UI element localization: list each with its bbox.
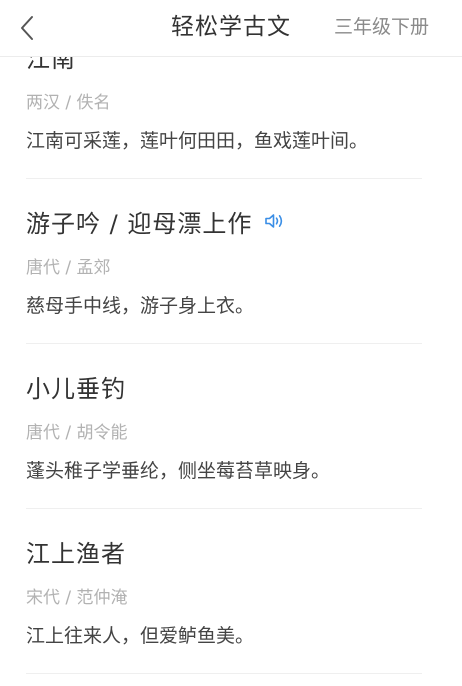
poem-item-jiangshangyuzhe[interactable]: 江上渔者 宋代 / 范仲淹 江上往来人，但爱鲈鱼美。 xyxy=(0,509,462,675)
poem-title-row: 游子吟 / 迎母漂上作 xyxy=(26,203,286,239)
poem-line: 江上往来人，但爱鲈鱼美。 xyxy=(26,625,255,647)
poem-title-row: 江上渔者 xyxy=(26,533,126,569)
divider xyxy=(26,673,422,674)
nav-bar: 轻松学古文 三年级下册 xyxy=(0,0,462,57)
poem-title[interactable]: 小儿垂钓 xyxy=(26,369,126,404)
poem-author: 唐代 / 胡令能 xyxy=(26,423,128,443)
poem-item-youziyin[interactable]: 游子吟 / 迎母漂上作 唐代 / 孟郊 慈母手中线，游子身上衣。 xyxy=(0,179,462,345)
poem-item-xiaoerchuidiao[interactable]: 小儿垂钓 唐代 / 胡令能 蓬头稚子学垂纶，侧坐莓苔草映身。 xyxy=(0,344,462,510)
grade-selector-link[interactable]: 三年级下册 xyxy=(334,0,429,56)
poem-list[interactable]: 江南 两汉 / 佚名 江南可采莲，莲叶何田田，鱼戏莲叶间。 游子吟 / 迎母漂上… xyxy=(0,0,462,686)
poem-line: 慈母手中线，游子身上衣。 xyxy=(26,295,255,317)
poem-author: 唐代 / 孟郊 xyxy=(26,258,111,278)
poem-line: 江南可采莲，莲叶何田田，鱼戏莲叶间。 xyxy=(26,130,369,152)
poem-author: 两汉 / 佚名 xyxy=(26,93,111,113)
poem-title[interactable]: 游子吟 / 迎母漂上作 xyxy=(26,204,252,239)
poem-author: 宋代 / 范仲淹 xyxy=(26,588,128,608)
poem-title[interactable]: 江上渔者 xyxy=(26,534,126,569)
poem-line: 蓬头稚子学垂纶，侧坐莓苔草映身。 xyxy=(26,460,331,482)
poem-title-row: 小儿垂钓 xyxy=(26,368,126,404)
speaker-icon[interactable] xyxy=(264,212,286,230)
